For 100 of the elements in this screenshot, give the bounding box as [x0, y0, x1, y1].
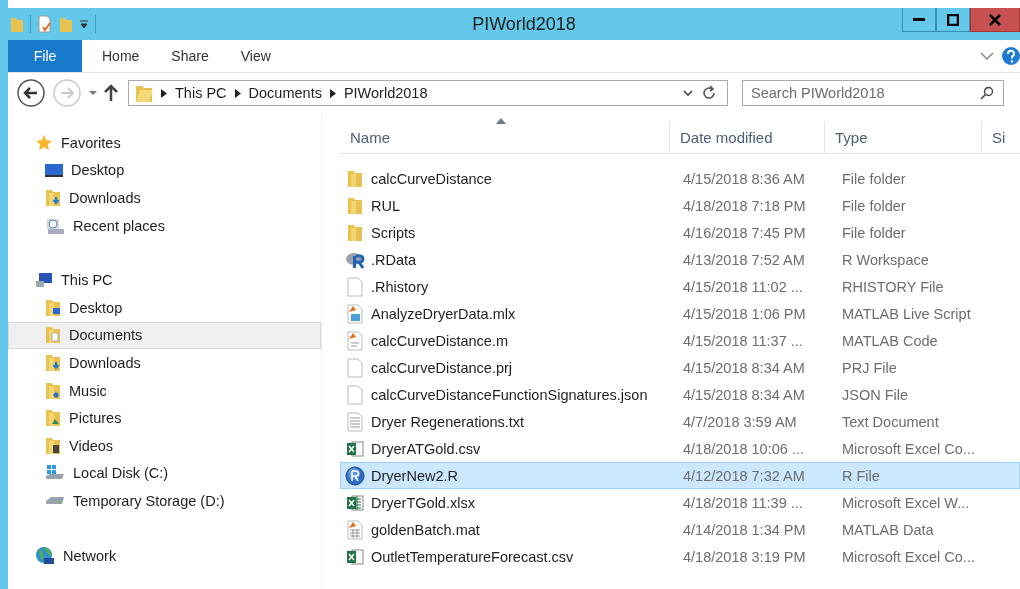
navigation-item[interactable]: Desktop	[8, 156, 321, 185]
recent-locations-icon[interactable]	[88, 90, 98, 96]
window-title: PIWorld2018	[471, 13, 577, 35]
navigation-item[interactable]: Temporary Storage (D:)	[8, 487, 321, 515]
folder-icon	[135, 83, 153, 103]
file-row[interactable]: Dryer Regenerations.txt 4/7/2018 3:59 AM Text Document	[340, 408, 1020, 435]
expand-ribbon-icon[interactable]	[980, 51, 994, 61]
chevron-icon[interactable]	[234, 88, 241, 98]
address-bar[interactable]: This PC Documents PIWorld2018	[128, 80, 728, 106]
ribbon-tab[interactable]: Home	[90, 40, 152, 72]
close-icon	[989, 13, 1001, 26]
dropdown-icon[interactable]	[79, 19, 89, 29]
excel-file-icon	[345, 493, 365, 512]
navigation-item[interactable]: Local Disk (C:)	[8, 459, 321, 488]
star-icon	[35, 133, 53, 152]
file-name: RUL	[371, 197, 400, 214]
up-icon[interactable]	[104, 84, 118, 102]
breadcrumb[interactable]: Documents	[248, 85, 322, 101]
close-button[interactable]	[970, 8, 1020, 32]
matlab-file-icon	[345, 519, 365, 540]
ribbon-tab[interactable]: File	[8, 40, 82, 72]
matlab-file-icon	[345, 303, 365, 324]
file-name: goldenBatch.mat	[371, 521, 480, 538]
file-name: Dryer Regenerations.txt	[371, 413, 525, 430]
search-icon	[980, 86, 994, 100]
file-row[interactable]: .Rhistory 4/15/2018 11:02 ... RHISTORY File	[340, 273, 1020, 300]
file-name: calcCurveDistanceFunctionSignatures.json	[371, 386, 648, 403]
file-row[interactable]: AnalyzeDryerData.mlx 4/15/2018 1:06 PM MATLAB Live Script	[340, 300, 1020, 327]
search-field[interactable]: Search PIWorld2018	[742, 80, 1004, 106]
help-icon[interactable]	[1002, 47, 1020, 65]
file-row[interactable]: DryerTGold.xlsx 4/18/2018 11:39 ... Microsoft Excel W...	[340, 489, 1020, 516]
date-modified: 4/15/2018 8:36 AM	[682, 170, 806, 187]
date-modified: 4/16/2018 7:45 PM	[682, 224, 807, 241]
file-row[interactable]: calcCurveDistance.m 4/15/2018 11:37 ... MATLAB Code	[340, 327, 1020, 354]
navigation-item[interactable]: Downloads	[8, 349, 321, 377]
date-modified: 4/15/2018 8:34 AM	[682, 359, 806, 376]
file-type: MATLAB Data	[841, 521, 934, 538]
file-name: calcCurveDistance.prj	[371, 359, 513, 376]
date-modified: 4/18/2018 11:39 ...	[682, 494, 804, 511]
maximize-button[interactable]	[936, 8, 970, 32]
ribbon-tab[interactable]: View	[228, 40, 283, 72]
date-modified: 4/12/2018 7:32 AM	[682, 467, 806, 484]
text-file-icon	[345, 411, 365, 432]
navigation-item[interactable]: Favorites	[8, 129, 321, 157]
folder-icon	[45, 381, 61, 400]
sort-ascending-icon	[496, 118, 506, 124]
maximize-icon	[947, 13, 959, 26]
drive-icon	[45, 495, 65, 506]
file-name: calcCurveDistance.m	[371, 332, 508, 349]
file-name: .RData	[371, 251, 417, 268]
folder-icon	[45, 326, 61, 345]
file-row[interactable]: DryerNew2.R 4/12/2018 7:32 AM R File	[340, 462, 1020, 489]
date-modified: 4/18/2018 3:19 PM	[682, 548, 807, 565]
folder-icon	[45, 298, 61, 317]
file-row[interactable]: .RData 4/13/2018 7:52 AM R Workspace	[340, 246, 1020, 273]
properties-icon[interactable]	[37, 15, 53, 33]
dropdown-icon[interactable]	[683, 89, 693, 97]
date-modified: 4/7/2018 3:59 AM	[682, 413, 798, 430]
file-row[interactable]: calcCurveDistance.prj 4/15/2018 8:34 AM PRJ File	[340, 354, 1020, 381]
folder-icon	[45, 436, 61, 455]
navigation-item[interactable]: Music	[8, 376, 321, 405]
file-name: Scripts	[371, 224, 416, 241]
file-type: Microsoft Excel W...	[841, 494, 970, 511]
folder-icon	[345, 223, 365, 242]
navigation-item[interactable]: This PC	[8, 266, 321, 294]
excel-file-icon	[345, 547, 365, 566]
file-name: DryerNew2.R	[371, 467, 458, 484]
navigation-item[interactable]: Videos	[8, 431, 321, 460]
file-row[interactable]: RUL 4/18/2018 7:18 PM File folder	[340, 192, 1020, 219]
file-type: MATLAB Code	[841, 332, 938, 349]
chevron-icon[interactable]	[161, 88, 167, 98]
navigation-item[interactable]: Downloads	[8, 184, 321, 212]
file-row[interactable]: goldenBatch.mat 4/14/2018 1:34 PM MATLAB Data	[340, 516, 1020, 543]
file-row[interactable]: calcCurveDistance 4/15/2018 8:36 AM File folder	[340, 165, 1020, 192]
file-type: RHISTORY File	[841, 278, 944, 295]
column-header[interactable]: Type	[825, 121, 982, 153]
file-type: R File	[841, 467, 880, 484]
minimize-icon	[913, 17, 925, 22]
refresh-icon[interactable]	[701, 85, 717, 101]
breadcrumb[interactable]: This PC	[175, 85, 227, 101]
minimize-button[interactable]	[902, 8, 936, 32]
back-icon[interactable]	[16, 78, 46, 108]
navigation-item[interactable]: Recent places	[8, 211, 321, 240]
chevron-icon[interactable]	[329, 88, 336, 98]
navigation-item[interactable]: Network	[8, 541, 321, 570]
file-row[interactable]: calcCurveDistanceFunctionSignatures.json 4/15/2018 8:34 AM JSON File	[340, 381, 1020, 408]
file-row[interactable]: DryerATGold.csv 4/18/2018 10:06 ... Microsoft Excel Co...	[340, 435, 1020, 462]
column-header[interactable]: Si	[982, 121, 1012, 153]
breadcrumb[interactable]: PIWorld2018	[343, 85, 428, 101]
file-type: PRJ File	[841, 359, 897, 376]
navigation-item[interactable]: Pictures	[8, 404, 321, 432]
folder-icon	[45, 409, 61, 428]
column-header[interactable]: Date modified	[670, 121, 825, 153]
folder-icon	[45, 189, 61, 207]
file-row[interactable]: OutletTemperatureForecast.csv 4/18/2018 3:19 PM Microsoft Excel Co...	[340, 543, 1020, 570]
file-row[interactable]: Scripts 4/16/2018 7:45 PM File folder	[340, 219, 1020, 246]
navigation-item[interactable]: Documents	[8, 321, 321, 350]
ribbon-tab[interactable]: Share	[159, 40, 221, 72]
navigation-item[interactable]: Desktop	[8, 293, 321, 322]
recent-places-icon	[45, 216, 65, 235]
